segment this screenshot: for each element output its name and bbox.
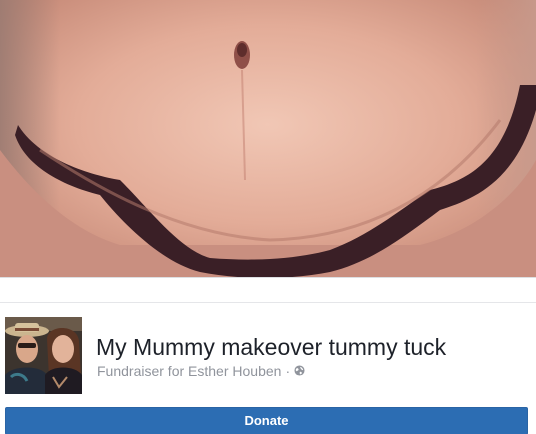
profile-photo-image	[5, 317, 82, 394]
subtitle-separator: ·	[285, 363, 291, 379]
cover-photo-image	[0, 0, 536, 277]
profile-photo[interactable]	[5, 317, 82, 394]
fundraiser-subtitle: Fundraiser for Esther Houben ·	[97, 362, 305, 380]
cover-photo[interactable]	[0, 0, 536, 277]
fundraiser-title[interactable]: My Mummy makeover tummy tuck	[96, 333, 446, 361]
donate-button[interactable]: Donate	[5, 407, 528, 434]
beneficiary-text[interactable]: Fundraiser for Esther Houben	[97, 362, 281, 380]
fundraiser-card: My Mummy makeover tummy tuck Fundraiser …	[0, 0, 536, 434]
section-divider	[0, 302, 536, 303]
cover-divider	[0, 277, 536, 278]
globe-icon[interactable]	[294, 364, 305, 376]
